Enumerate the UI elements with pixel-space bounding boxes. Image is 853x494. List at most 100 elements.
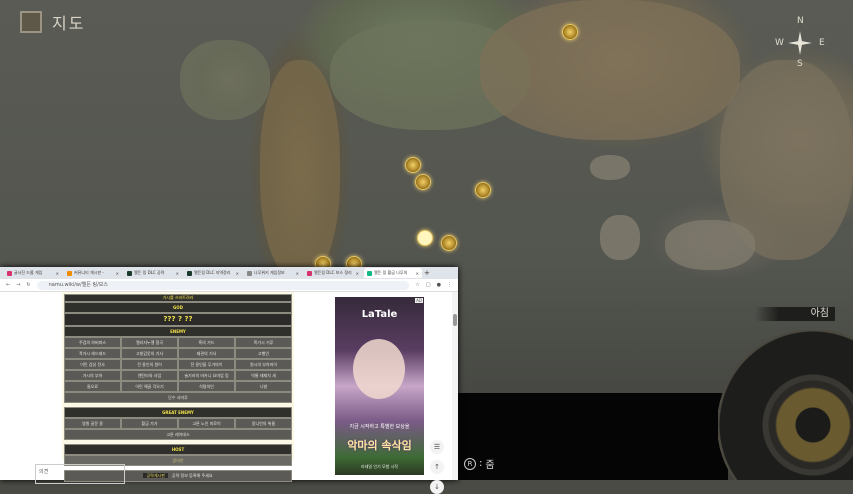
compass-icon: N S W E — [775, 16, 825, 69]
time-of-day: 아침 — [755, 307, 835, 321]
ad-label[interactable]: AD — [415, 298, 423, 303]
comment-box[interactable]: 의견 — [35, 464, 125, 484]
boss-link[interactable]: 전 용인을 무기마이 — [178, 359, 235, 370]
boss-link[interactable]: 술기러의 바카니 요마업 킹 — [178, 370, 235, 381]
map-dial-icon — [718, 330, 853, 480]
site-of-grace-marker[interactable] — [405, 157, 421, 173]
site-of-grace-marker[interactable] — [562, 24, 578, 40]
scrollbar[interactable] — [452, 292, 458, 480]
close-icon[interactable]: × — [176, 271, 179, 276]
close-icon[interactable]: × — [236, 271, 239, 276]
favicon-icon — [7, 270, 12, 276]
boss-link[interactable]: 가시의 부하 — [64, 370, 121, 381]
great-enemy-header: GREAT ENEMY — [64, 407, 292, 418]
footer-badge[interactable]: 공략게시판 — [143, 473, 168, 478]
rock — [665, 220, 755, 270]
advertisement-banner[interactable]: AD LaTale 지금 시작하고 특별한 보상을 악마의 속삭임 라테일 인기… — [335, 297, 424, 475]
boss-table: 가시를 쓰러트려라 GOD ??? ? ?? ENEMY 주검의 하버파스 엘리자… — [62, 292, 294, 482]
browser-tab[interactable]: 엘든링 DLC 보스 정리 × — [304, 268, 362, 278]
browser-tab[interactable]: 커뮤니티 게시판 - × — [64, 268, 122, 278]
tab-label: 나무위키 게임정보 — [254, 270, 285, 275]
table-caption: 가시를 쓰러트려라 — [64, 294, 292, 302]
table-row: 이민 검성 전사 전 용인의 원어 전 용인을 무기마이 원시의 부하마이 — [64, 359, 292, 370]
ad-slogan: 지금 시작하고 특별한 보상을 — [349, 424, 410, 430]
favicon-icon — [247, 270, 252, 276]
browser-tab[interactable]: 엘든 링 DLC 공략 × — [124, 268, 182, 278]
boss-link[interactable]: 고발갑옷의 기사 — [121, 348, 178, 359]
toc-button[interactable]: ☰ — [430, 440, 444, 454]
scroll-top-button[interactable]: ↑ — [430, 460, 444, 474]
site-of-grace-marker[interactable] — [441, 235, 457, 251]
boss-link[interactable]: 나발 — [235, 381, 292, 392]
new-tab-button[interactable]: + — [424, 269, 430, 277]
boss-link[interactable]: 고행인 — [235, 348, 292, 359]
boss-link[interactable]: 고룬 노인 미로이 — [178, 418, 235, 429]
zoom-hint-label: 줌 — [485, 460, 495, 471]
favicon-icon — [67, 270, 72, 276]
r-button-icon: R — [464, 457, 476, 470]
site-of-grace-marker[interactable] — [415, 174, 431, 190]
boss-link[interactable]: 단수 사마루 — [64, 392, 292, 403]
boss-link[interactable]: 이민 검성 전사 — [64, 359, 121, 370]
forward-icon[interactable]: → — [16, 282, 20, 288]
boss-link[interactable]: 제관의 기사 — [178, 348, 235, 359]
back-icon[interactable]: ← — [6, 282, 10, 288]
god-header: GOD — [64, 302, 292, 313]
landmass — [260, 60, 340, 280]
cursor-marker[interactable] — [417, 230, 433, 246]
boss-link[interactable]: 전 용인의 원어 — [121, 359, 178, 370]
bookmark-star-icon[interactable]: ☆ — [415, 282, 419, 288]
menu-icon[interactable]: ⋮ — [447, 282, 452, 288]
page-content: 가시를 쓰러트려라 GOD ??? ? ?? ENEMY 주검의 하버파스 엘리자… — [0, 292, 458, 494]
table-row: 주검의 하버파스 엘리자누엘 협곡 흑의 가드 폭가시 거루 — [64, 337, 292, 348]
boss-link[interactable]: 엔탄타와 사업 — [121, 370, 178, 381]
url-input[interactable]: namu.wiki/w/엘든 링/보스 — [36, 280, 410, 290]
close-icon[interactable]: × — [416, 271, 419, 276]
boss-link[interactable]: 석령의인 — [178, 381, 235, 392]
boss-link[interactable]: 원시의 부하마이 — [235, 359, 292, 370]
browser-tab[interactable]: 나무위키 게임정보 × — [244, 268, 302, 278]
scroll-bottom-button[interactable]: ↓ — [430, 480, 444, 494]
boss-link[interactable]: 영원 골문 용 — [64, 418, 121, 429]
boss-link[interactable]: 고룬 레어데스 — [64, 429, 292, 440]
close-icon[interactable]: × — [356, 271, 359, 276]
compass-s: S — [797, 59, 803, 69]
table-row: 들오료 이민 해골 각오기 석령의인 나발 — [64, 381, 292, 392]
boss-link[interactable]: 빅물 태재치 새 — [235, 370, 292, 381]
close-icon[interactable]: × — [116, 271, 119, 276]
close-icon[interactable]: × — [296, 271, 299, 276]
browser-tab-active[interactable]: 엘든 링 황금 나무의 × — [364, 268, 422, 278]
browser-tab[interactable]: 글사진 드롭 게임 × — [4, 268, 62, 278]
favicon-icon — [367, 270, 372, 276]
tab-label: 엘든링 DLC 지역정리 — [194, 270, 231, 275]
ad-title: 악마의 속삭임 — [347, 439, 412, 452]
table-row: 영원 골문 용 황금 가가 고룬 노인 미로이 몽니언의 위롬 — [64, 418, 292, 429]
god-value[interactable]: ??? ? ?? — [64, 313, 292, 326]
reload-icon[interactable]: ↻ — [26, 282, 30, 288]
rock — [590, 155, 630, 180]
compass-w: W — [775, 38, 784, 48]
favicon-icon — [127, 270, 132, 276]
close-icon[interactable]: × — [56, 271, 59, 276]
scrollbar-thumb[interactable] — [453, 314, 457, 326]
boss-link[interactable]: 들오료 — [64, 381, 121, 392]
browser-window[interactable]: 글사진 드롭 게임 × 커뮤니티 게시판 - × 엘든 링 DLC 공략 × 엘든링 … — [0, 267, 458, 494]
boss-link[interactable]: 황금 가가 — [121, 418, 178, 429]
site-of-grace-marker[interactable] — [475, 182, 491, 198]
tab-label: 엘든링 DLC 보스 정리 — [314, 270, 352, 275]
compass-n: N — [797, 16, 804, 26]
boss-link[interactable]: 흑의 가드 — [178, 337, 235, 348]
island — [180, 40, 270, 120]
browser-tab[interactable]: 엘든링 DLC 지역정리 × — [184, 268, 242, 278]
boss-link[interactable]: 폭가시 헤드레드 — [64, 348, 121, 359]
boss-link[interactable]: 엘리자누엘 협곡 — [121, 337, 178, 348]
boss-link[interactable]: 이민 해골 각오기 — [121, 381, 178, 392]
boss-link[interactable]: 주검의 하버파스 — [64, 337, 121, 348]
boss-link[interactable]: 몽니언의 위롬 — [235, 418, 292, 429]
table-row: 가시의 부하 엔탄타와 사업 술기러의 바카니 요마업 킹 빅물 태재치 새 — [64, 370, 292, 381]
boss-link[interactable]: 폭가시 거루 — [235, 337, 292, 348]
profile-icon[interactable]: ● — [437, 282, 441, 288]
extensions-icon[interactable]: ▢ — [426, 282, 431, 288]
compass-e: E — [819, 38, 825, 48]
table-row: 폭가시 헤드레드 고발갑옷의 기사 제관의 기사 고행인 — [64, 348, 292, 359]
